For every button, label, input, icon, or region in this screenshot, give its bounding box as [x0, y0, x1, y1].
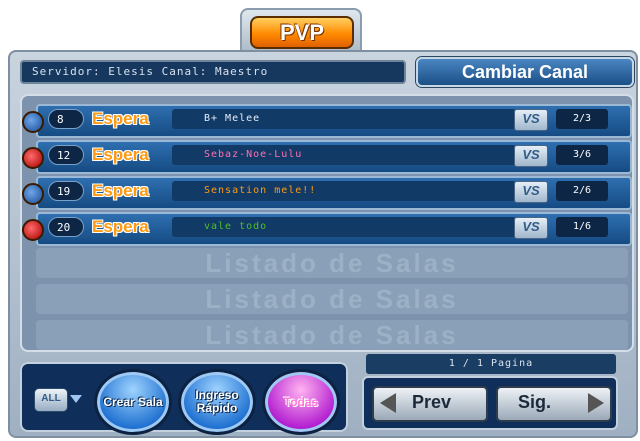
prev-label: Prev: [412, 392, 452, 412]
blue-team-icon: [22, 111, 44, 133]
room-list: 8 Espera B+ Melee VS 2/3 12 Espera Sebaz…: [20, 94, 634, 352]
room-filter-dropdown[interactable]: ALL: [34, 388, 82, 412]
room-number: 19: [48, 181, 84, 201]
vs-icon: VS: [514, 145, 548, 167]
vs-icon: VS: [514, 181, 548, 203]
chevron-down-icon: [70, 395, 82, 403]
room-row[interactable]: 12 Espera Sebaz-Noe-Lulu VS 3/6: [22, 140, 632, 174]
create-room-button[interactable]: Crear Sala: [94, 369, 172, 435]
red-team-icon: [22, 147, 44, 169]
empty-room-slot: Listado de Salas: [36, 320, 628, 350]
all-rooms-button[interactable]: Todas: [262, 369, 340, 435]
room-number: 12: [48, 145, 84, 165]
quick-join-button[interactable]: Ingreso Rápido: [178, 369, 256, 435]
room-number: 8: [48, 109, 84, 129]
filter-all-badge: ALL: [34, 388, 68, 412]
pvp-tab: PVP: [240, 8, 362, 55]
player-count: 2/6: [556, 181, 608, 201]
room-row[interactable]: 19 Espera Sensation mele!! VS 2/6: [22, 176, 632, 210]
arrow-right-icon: [588, 393, 604, 413]
room-status: Espera: [92, 217, 149, 236]
room-controls: ALL Crear Sala Ingreso Rápido Todas: [20, 362, 348, 435]
pvp-title[interactable]: PVP: [250, 16, 354, 49]
player-count: 3/6: [556, 145, 608, 165]
empty-room-slot: Listado de Salas: [36, 284, 628, 314]
blue-team-icon: [22, 183, 44, 205]
change-channel-button[interactable]: Cambiar Canal: [416, 57, 634, 87]
red-team-icon: [22, 219, 44, 241]
player-count: 2/3: [556, 109, 608, 129]
room-status: Espera: [92, 145, 149, 164]
room-number: 20: [48, 217, 84, 237]
next-label: Sig.: [518, 392, 552, 412]
room-status: Espera: [92, 109, 149, 128]
server-info: Servidor: Elesis Canal: Maestro: [20, 60, 406, 84]
vs-icon: VS: [514, 217, 548, 239]
room-row[interactable]: 20 Espera vale todo VS 1/6: [22, 212, 632, 246]
pagination: Prev Sig.: [362, 376, 618, 430]
next-page-button[interactable]: Sig.: [496, 386, 612, 422]
room-title: Sensation mele!!: [172, 181, 516, 201]
vs-icon: VS: [514, 109, 548, 131]
room-title: B+ Melee: [172, 109, 516, 129]
prev-page-button[interactable]: Prev: [372, 386, 488, 422]
room-status: Espera: [92, 181, 149, 200]
room-title: Sebaz-Noe-Lulu: [172, 145, 516, 165]
page-indicator: 1 / 1 Pagina: [366, 354, 616, 374]
arrow-left-icon: [380, 393, 396, 413]
empty-room-slot: Listado de Salas: [36, 248, 628, 278]
room-title: vale todo: [172, 217, 516, 237]
room-row[interactable]: 8 Espera B+ Melee VS 2/3: [22, 104, 632, 138]
player-count: 1/6: [556, 217, 608, 237]
